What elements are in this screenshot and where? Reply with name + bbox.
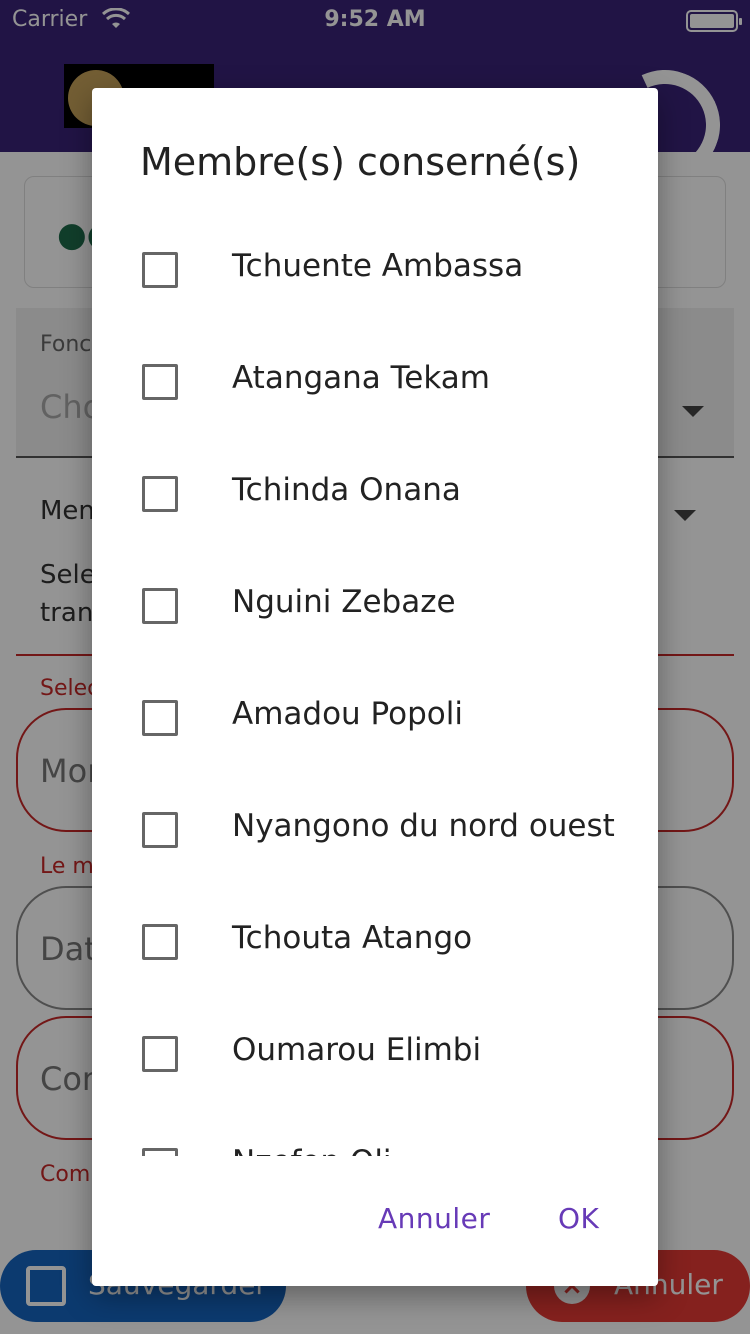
list-item[interactable]: Atangana Tekam xyxy=(92,326,658,438)
list-item[interactable]: Tchouta Atango xyxy=(92,886,658,998)
member-name: Tchuente Ambassa xyxy=(232,248,524,284)
members-dialog: Membre(s) conserné(s) Tchuente Ambassa A… xyxy=(92,88,658,1286)
member-name: Tchouta Atango xyxy=(232,920,473,956)
dialog-cancel-button[interactable]: Annuler xyxy=(378,1202,490,1235)
checkbox[interactable] xyxy=(142,924,178,960)
member-name: Oumarou Elimbi xyxy=(232,1032,482,1068)
dialog-actions: Annuler OK xyxy=(92,1156,658,1286)
checkbox[interactable] xyxy=(142,476,178,512)
list-item[interactable]: Nyangono du nord ouest xyxy=(92,774,658,886)
checkbox[interactable] xyxy=(142,812,178,848)
list-item[interactable]: Amadou Popoli xyxy=(92,662,658,774)
checkbox[interactable] xyxy=(142,588,178,624)
checkbox[interactable] xyxy=(142,364,178,400)
member-name: Nyangono du nord ouest xyxy=(232,808,615,844)
list-item[interactable]: Tchinda Onana xyxy=(92,438,658,550)
dialog-title: Membre(s) conserné(s) xyxy=(140,140,581,184)
dialog-ok-button[interactable]: OK xyxy=(558,1202,599,1235)
member-name: Nzefon Oli xyxy=(232,1144,392,1156)
member-name: Nguini Zebaze xyxy=(232,584,456,620)
member-name: Amadou Popoli xyxy=(232,696,463,732)
list-item[interactable]: Nguini Zebaze xyxy=(92,550,658,662)
member-name: Tchinda Onana xyxy=(232,472,461,508)
member-name: Atangana Tekam xyxy=(232,360,490,396)
list-item[interactable]: Oumarou Elimbi xyxy=(92,998,658,1110)
checkbox[interactable] xyxy=(142,1036,178,1072)
list-item[interactable]: Tchuente Ambassa xyxy=(92,214,658,326)
members-list[interactable]: Tchuente Ambassa Atangana Tekam Tchinda … xyxy=(92,214,658,1156)
checkbox[interactable] xyxy=(142,252,178,288)
list-item[interactable]: Nzefon Oli xyxy=(92,1110,658,1156)
checkbox[interactable] xyxy=(142,1148,178,1156)
checkbox[interactable] xyxy=(142,700,178,736)
